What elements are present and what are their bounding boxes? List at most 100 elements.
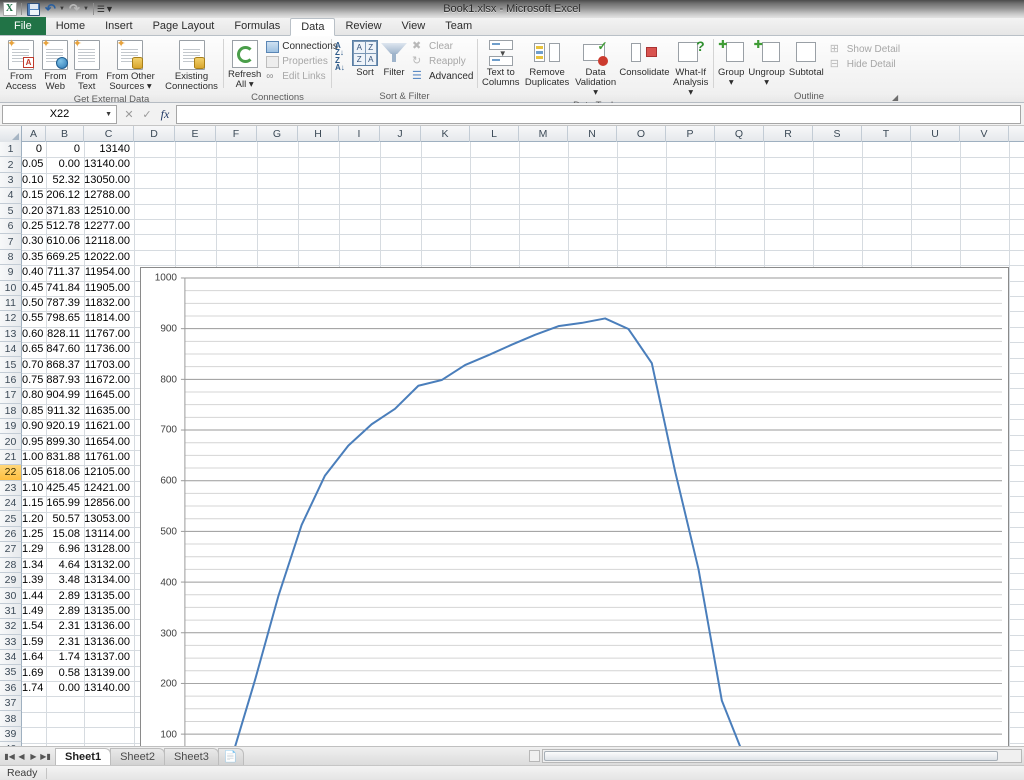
show-detail-button[interactable]: ⊞ Show Detail (827, 42, 903, 57)
cell-A14[interactable]: 0.65 (22, 342, 46, 357)
cell-B32[interactable]: 2.31 (46, 619, 84, 634)
data-validation-button[interactable]: ✓ Data Validation ▾ (574, 38, 618, 100)
cell-C14[interactable]: 11736.00 (84, 342, 134, 357)
cell-A23[interactable]: 1.10 (22, 481, 46, 496)
table-row[interactable]: 1.10 425.45 12421.00 (22, 481, 134, 496)
redo-dropdown-icon[interactable]: ▼ (83, 6, 89, 12)
cell-B26[interactable]: 15.08 (46, 527, 84, 542)
row-header-22[interactable]: 22 (0, 465, 22, 481)
cell-B34[interactable]: 1.74 (46, 650, 84, 665)
cell-C16[interactable]: 11672.00 (84, 373, 134, 388)
cell-A35[interactable]: 1.69 (22, 666, 46, 681)
table-row[interactable]: 0.75 887.93 11672.00 (22, 373, 134, 388)
column-header-u[interactable]: U (911, 126, 960, 142)
chart-series-line-0[interactable] (185, 317, 1002, 746)
cell-A12[interactable]: 0.55 (22, 311, 46, 326)
cell-A19[interactable]: 0.90 (22, 419, 46, 434)
next-sheet-icon[interactable]: ▶ (28, 752, 39, 761)
select-all-button[interactable] (0, 126, 22, 142)
row-header-32[interactable]: 32 (0, 619, 22, 635)
table-row[interactable]: 0.55 798.65 11814.00 (22, 311, 134, 326)
first-sheet-icon[interactable]: ▮◀ (4, 752, 15, 761)
cell-A4[interactable]: 0.15 (22, 188, 46, 203)
ungroup-button[interactable]: ✚ Ungroup ▾ (747, 38, 785, 90)
from-other-sources-button[interactable]: ✦ From Other Sources ▾ (103, 38, 158, 94)
cell-C3[interactable]: 13050.00 (84, 173, 134, 188)
column-header-r[interactable]: R (764, 126, 813, 142)
row-header-37[interactable]: 37 (0, 696, 22, 712)
cell-C22[interactable]: 12105.00 (84, 465, 134, 480)
row-header-21[interactable]: 21 (0, 449, 22, 466)
what-if-analysis-button[interactable]: ? What-If Analysis ▾ (671, 38, 710, 100)
column-header-h[interactable]: H (298, 126, 339, 142)
cell-B38[interactable] (46, 712, 84, 727)
row-header-13[interactable]: 13 (0, 326, 22, 343)
row-header-25[interactable]: 25 (0, 511, 22, 527)
sheet-tab-sheet2[interactable]: Sheet2 (110, 747, 165, 765)
cell-C36[interactable]: 13140.00 (84, 681, 134, 696)
cell-C39[interactable] (84, 727, 134, 742)
reapply-button[interactable]: ↻ Reapply (409, 54, 476, 69)
table-row[interactable]: 1.69 0.58 13139.00 (22, 666, 134, 681)
cell-B23[interactable]: 425.45 (46, 481, 84, 496)
row-header-14[interactable]: 14 (0, 342, 22, 358)
table-row[interactable]: 1.29 6.96 13128.00 (22, 542, 134, 557)
cell-B10[interactable]: 741.84 (46, 281, 84, 296)
table-row[interactable]: 0.45 741.84 11905.00 (22, 281, 134, 296)
cell-B22[interactable]: 618.06 (46, 465, 84, 480)
cell-C12[interactable]: 11814.00 (84, 311, 134, 326)
cell-C37[interactable] (84, 696, 134, 711)
cell-C30[interactable]: 13135.00 (84, 589, 134, 604)
cell-A28[interactable]: 1.34 (22, 558, 46, 573)
cell-B25[interactable]: 50.57 (46, 512, 84, 527)
cell-B12[interactable]: 798.65 (46, 311, 84, 326)
cell-B37[interactable] (46, 696, 84, 711)
cell-A26[interactable]: 1.25 (22, 527, 46, 542)
table-row[interactable]: 0.25 512.78 12277.00 (22, 219, 134, 234)
cell-A8[interactable]: 0.35 (22, 250, 46, 265)
enter-icon[interactable]: ✓ (138, 105, 156, 124)
column-header-c[interactable]: C (84, 126, 134, 142)
row-header-39[interactable]: 39 (0, 726, 22, 743)
cell-A15[interactable]: 0.70 (22, 358, 46, 373)
tab-view[interactable]: View (392, 17, 436, 35)
row-header-30[interactable]: 30 (0, 588, 22, 604)
cell-A20[interactable]: 0.95 (22, 435, 46, 450)
tab-home[interactable]: Home (46, 17, 95, 35)
row-header-17[interactable]: 17 (0, 388, 22, 404)
table-row[interactable]: 0.85 911.32 11635.00 (22, 404, 134, 419)
cell-B14[interactable]: 847.60 (46, 342, 84, 357)
cell-B16[interactable]: 887.93 (46, 373, 84, 388)
undo-dropdown-icon[interactable]: ▼ (59, 6, 65, 12)
filter-button[interactable]: Filter (380, 38, 408, 80)
table-row[interactable]: 0.50 787.39 11832.00 (22, 296, 134, 311)
cell-B2[interactable]: 0.00 (46, 157, 84, 172)
table-row[interactable]: 1.34 4.64 13132.00 (22, 558, 134, 573)
table-row[interactable]: 1.15 165.99 12856.00 (22, 496, 134, 511)
cell-B6[interactable]: 512.78 (46, 219, 84, 234)
row-header-15[interactable]: 15 (0, 357, 22, 373)
cell-C9[interactable]: 11954.00 (84, 265, 134, 280)
existing-connections-button[interactable]: Existing Connections (163, 38, 220, 94)
table-row[interactable]: 0 0 13140 (22, 142, 134, 157)
sheet-tab-sheet1[interactable]: Sheet1 (55, 747, 112, 765)
row-header-19[interactable]: 19 (0, 419, 22, 435)
cell-B19[interactable]: 920.19 (46, 419, 84, 434)
row-header-35[interactable]: 35 (0, 665, 22, 681)
advanced-button[interactable]: ☰ Advanced (409, 69, 476, 84)
column-header-p[interactable]: P (666, 126, 715, 142)
cell-B28[interactable]: 4.64 (46, 558, 84, 573)
cell-A34[interactable]: 1.64 (22, 650, 46, 665)
row-header-5[interactable]: 5 (0, 203, 22, 219)
cell-A21[interactable]: 1.00 (22, 450, 46, 465)
table-row[interactable] (22, 696, 134, 711)
table-row[interactable]: 0.35 669.25 12022.00 (22, 250, 134, 265)
cell-C27[interactable]: 13128.00 (84, 542, 134, 557)
cell-B24[interactable]: 165.99 (46, 496, 84, 511)
cell-A37[interactable] (22, 696, 46, 711)
row-header-31[interactable]: 31 (0, 603, 22, 620)
table-row[interactable]: 0.10 52.32 13050.00 (22, 173, 134, 188)
excel-logo-icon[interactable]: X (2, 2, 17, 17)
tab-review[interactable]: Review (335, 17, 391, 35)
cell-B20[interactable]: 899.30 (46, 435, 84, 450)
